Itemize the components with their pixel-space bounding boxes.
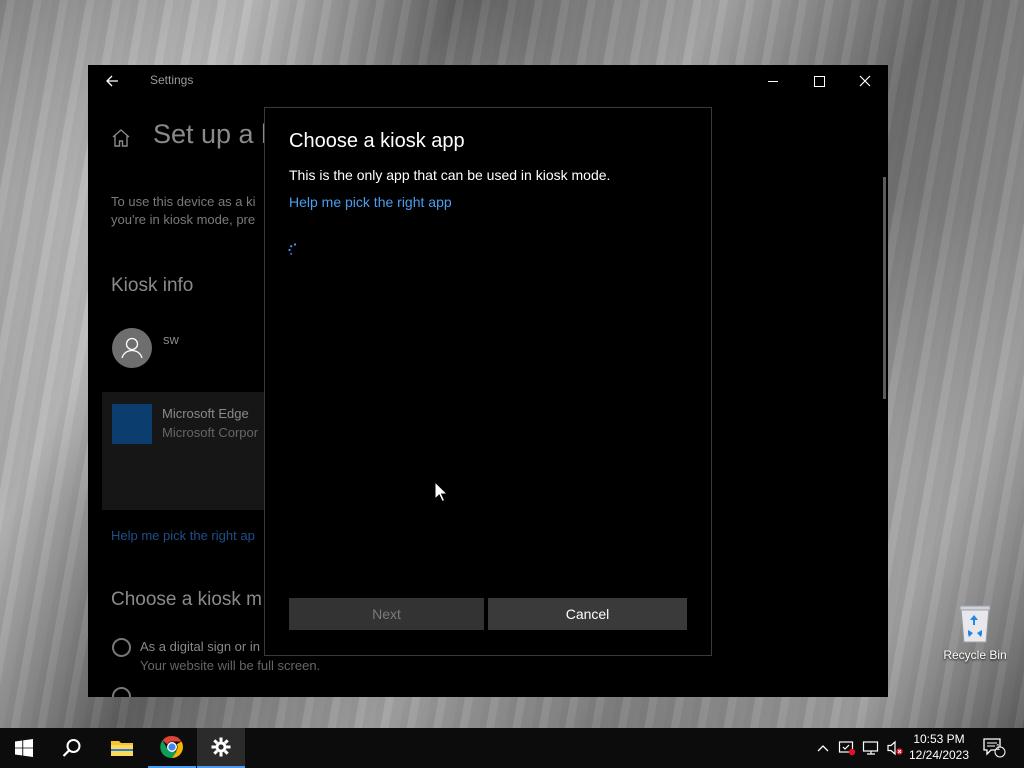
help-pick-app-link[interactable]: Help me pick the right ap <box>111 528 255 543</box>
volume-muted-icon <box>887 740 903 756</box>
dialog-title: Choose a kiosk app <box>289 130 465 152</box>
window-title: Settings <box>150 73 194 87</box>
security-tray-button[interactable] <box>836 728 858 768</box>
title-bar: Settings <box>88 65 888 97</box>
file-explorer-button[interactable] <box>98 728 146 768</box>
recycle-bin-label: Recycle Bin <box>943 648 1007 662</box>
chrome-icon <box>160 735 183 759</box>
cancel-button[interactable]: Cancel <box>488 598 687 630</box>
clock-time: 10:53 PM <box>913 732 965 746</box>
edge-app-tile-icon <box>112 404 152 444</box>
dialog-subtitle: This is the only app that can be used in… <box>289 167 611 183</box>
recycle-bin[interactable]: Recycle Bin <box>940 600 1010 662</box>
description: To use this device as a ki you're in kio… <box>111 193 256 229</box>
volume-tray-button[interactable] <box>884 728 906 768</box>
chrome-button[interactable] <box>148 728 196 768</box>
file-explorer-icon <box>111 741 133 756</box>
recycle-bin-icon <box>959 605 991 643</box>
network-tray-button[interactable] <box>860 728 882 768</box>
loading-spinner-icon <box>288 243 297 255</box>
description-line-1: To use this device as a ki <box>111 194 256 209</box>
show-hidden-icons-button[interactable] <box>813 728 833 768</box>
user-avatar <box>112 328 152 368</box>
app-publisher: Microsoft Corpor <box>162 425 259 440</box>
dialog-help-link[interactable]: Help me pick the right app <box>289 194 452 210</box>
settings-taskbar-button[interactable] <box>197 728 245 768</box>
clock[interactable]: 10:53 PM 12/24/2023 <box>905 731 973 763</box>
back-arrow-icon <box>106 75 118 87</box>
mouse-cursor-icon <box>434 481 448 503</box>
person-icon <box>121 337 143 359</box>
taskbar: 10:53 PM 12/24/2023 1 <box>0 728 1024 768</box>
kiosk-info-heading: Kiosk info <box>111 275 194 296</box>
network-icon <box>862 741 879 755</box>
close-button[interactable] <box>842 65 888 97</box>
home-icon[interactable] <box>110 127 132 149</box>
security-alert-icon <box>838 741 856 756</box>
digital-sign-option-desc: Your website will be full screen. <box>140 658 321 673</box>
description-line-2: you're in kiosk mode, pre <box>111 212 256 227</box>
digital-sign-option-label: As a digital sign or in <box>140 639 260 654</box>
back-button[interactable] <box>98 69 126 93</box>
choose-kiosk-app-dialog: Choose a kiosk app This is the only app … <box>264 107 712 656</box>
minimize-button[interactable] <box>750 65 796 97</box>
user-name: sw <box>163 332 179 347</box>
close-icon <box>859 75 871 87</box>
search-button[interactable] <box>48 728 96 768</box>
page-title: Set up a k <box>153 119 275 149</box>
windows-start-icon <box>15 739 33 757</box>
maximize-button[interactable] <box>796 65 842 97</box>
choose-kiosk-mode-heading: Choose a kiosk m <box>111 589 263 610</box>
notification-center-button[interactable]: 1 <box>978 728 1010 768</box>
scrollbar[interactable] <box>883 177 886 399</box>
app-name: Microsoft Edge <box>162 406 249 421</box>
clock-date: 12/24/2023 <box>908 748 970 762</box>
next-button[interactable]: Next <box>289 598 484 630</box>
minimize-icon <box>768 80 778 82</box>
chevron-up-icon <box>817 745 829 752</box>
search-icon <box>62 739 81 757</box>
maximize-icon <box>813 75 825 87</box>
settings-gear-icon <box>211 737 231 757</box>
public-browser-radio[interactable] <box>112 687 131 697</box>
digital-sign-radio[interactable] <box>112 638 131 657</box>
start-button[interactable] <box>0 728 48 768</box>
notification-count-badge: 1 <box>995 743 1001 752</box>
